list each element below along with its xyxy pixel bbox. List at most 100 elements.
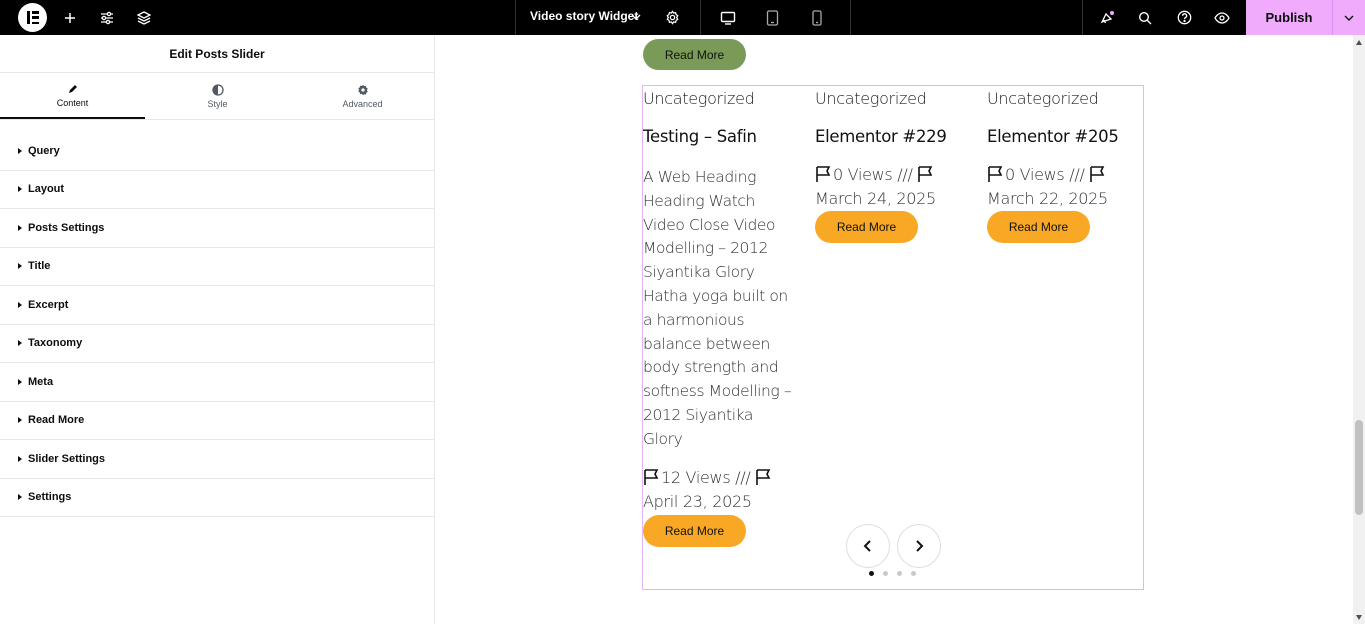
pagination-dot[interactable]	[883, 571, 888, 576]
chevron-down-icon[interactable]	[630, 8, 642, 31]
posts-slider[interactable]: Uncategorized Testing – Safin A Web Head…	[642, 85, 1144, 590]
tab-style[interactable]: Style	[145, 73, 290, 119]
section-excerpt[interactable]: Excerpt	[0, 286, 434, 325]
slider-prev-button[interactable]	[846, 524, 890, 568]
pagination-dot[interactable]	[897, 571, 902, 576]
panel-title: Edit Posts Slider	[0, 35, 434, 73]
flag-icon	[1090, 166, 1105, 182]
divider	[515, 0, 516, 35]
post-title[interactable]: Elementor #205	[987, 127, 1119, 146]
slider-next-button[interactable]	[897, 524, 941, 568]
section-meta[interactable]: Meta	[0, 363, 434, 402]
document-title[interactable]: Video story Widget	[530, 9, 638, 23]
section-slider-settings[interactable]: Slider Settings	[0, 440, 434, 479]
caret-right-icon	[18, 494, 22, 501]
caret-right-icon	[18, 455, 22, 462]
flag-icon	[988, 166, 1003, 182]
publish-options-button[interactable]	[1332, 0, 1365, 35]
caret-right-icon	[18, 147, 22, 154]
eye-icon[interactable]	[1204, 0, 1240, 35]
section-taxonomy[interactable]: Taxonomy	[0, 325, 434, 363]
section-label: Title	[28, 260, 51, 273]
post-excerpt: A Web Heading Heading Watch Video Close …	[643, 168, 792, 448]
caret-right-icon	[18, 301, 22, 308]
chevron-right-icon	[916, 540, 924, 552]
post-views: 0 Views ///	[1005, 165, 1085, 184]
post-date: March 24, 2025	[815, 189, 936, 208]
publish-button[interactable]: Publish	[1246, 0, 1332, 35]
caret-right-icon	[18, 263, 22, 270]
flag-icon	[644, 469, 659, 485]
half-circle-icon	[211, 83, 224, 96]
search-icon[interactable]	[1127, 0, 1163, 35]
caret-right-icon	[18, 186, 22, 193]
tablet-icon[interactable]	[754, 0, 790, 35]
chevron-left-icon	[863, 540, 871, 552]
preview-canvas: Read More Uncategorized Testing – Safin …	[436, 35, 1353, 624]
post-date: April 23, 2025	[643, 492, 752, 511]
post-date: March 22, 2025	[987, 189, 1108, 208]
section-settings[interactable]: Settings	[0, 479, 434, 517]
section-posts-settings[interactable]: Posts Settings	[0, 209, 434, 248]
section-layout[interactable]: Layout	[0, 171, 434, 209]
section-read-more[interactable]: Read More	[0, 402, 434, 440]
tab-advanced[interactable]: Advanced	[290, 73, 435, 119]
section-label: Taxonomy	[28, 337, 83, 350]
divider	[700, 0, 701, 35]
gear-icon[interactable]	[654, 0, 690, 35]
divider	[850, 0, 851, 35]
scroll-down-arrow-icon[interactable]	[1356, 615, 1362, 620]
post-meta: 0 Views /// March 24, 2025	[815, 163, 936, 211]
help-icon[interactable]	[1166, 0, 1202, 35]
tab-label: Advanced	[342, 98, 383, 109]
read-more-button[interactable]: Read More	[815, 211, 918, 243]
panel-tabs: Content Style Advanced	[0, 73, 434, 120]
flag-icon	[756, 469, 771, 485]
scrollbar-thumb[interactable]	[1355, 420, 1363, 515]
post-meta: 12 Views /// April 23, 2025	[643, 466, 773, 514]
post-views: 0 Views ///	[833, 165, 913, 184]
flag-icon	[918, 166, 933, 182]
sliders-icon[interactable]	[89, 0, 125, 35]
elementor-logo-icon[interactable]	[18, 3, 47, 32]
scrollbar[interactable]	[1353, 35, 1365, 624]
post-title[interactable]: Testing – Safin	[643, 127, 757, 146]
section-label: Layout	[28, 183, 65, 196]
post-views: 12 Views ///	[661, 468, 751, 487]
section-label: Meta	[28, 375, 54, 388]
section-label: Posts Settings	[28, 221, 105, 234]
section-title[interactable]: Title	[0, 248, 434, 286]
read-more-button[interactable]: Read More	[643, 39, 746, 70]
section-label: Settings	[28, 491, 72, 504]
post-category[interactable]: Uncategorized	[643, 89, 755, 108]
plus-icon[interactable]	[52, 0, 88, 35]
notifications-icon[interactable]	[1089, 0, 1125, 35]
pagination-dot[interactable]	[869, 571, 874, 576]
chevron-down-icon	[1344, 15, 1354, 21]
post-title[interactable]: Elementor #229	[815, 127, 947, 146]
read-more-button[interactable]: Read More	[643, 515, 746, 547]
section-label: Slider Settings	[28, 452, 106, 465]
post-meta: 0 Views /// March 22, 2025	[987, 163, 1108, 211]
pencil-icon	[68, 84, 77, 93]
read-more-button[interactable]: Read More	[987, 211, 1090, 243]
section-label: Excerpt	[28, 298, 69, 311]
section-query[interactable]: Query	[0, 132, 434, 171]
tab-label: Content	[56, 97, 89, 108]
section-label: Query	[28, 144, 60, 157]
pagination-dot[interactable]	[911, 571, 916, 576]
post-category[interactable]: Uncategorized	[815, 89, 927, 108]
mobile-icon[interactable]	[799, 0, 835, 35]
tab-content[interactable]: Content	[0, 73, 145, 119]
post-category[interactable]: Uncategorized	[987, 89, 1099, 108]
caret-right-icon	[18, 224, 22, 231]
gear-icon	[357, 84, 368, 95]
editor-panel: Edit Posts Slider Content Style Advanced…	[0, 35, 435, 624]
flag-icon	[816, 166, 831, 182]
caret-right-icon	[18, 378, 22, 385]
scroll-up-arrow-icon[interactable]	[1356, 40, 1362, 45]
desktop-icon[interactable]	[710, 0, 746, 35]
caret-right-icon	[18, 340, 22, 347]
panel-sections: Query Layout Posts Settings Title Excerp…	[0, 132, 434, 517]
layers-icon[interactable]	[126, 0, 162, 35]
